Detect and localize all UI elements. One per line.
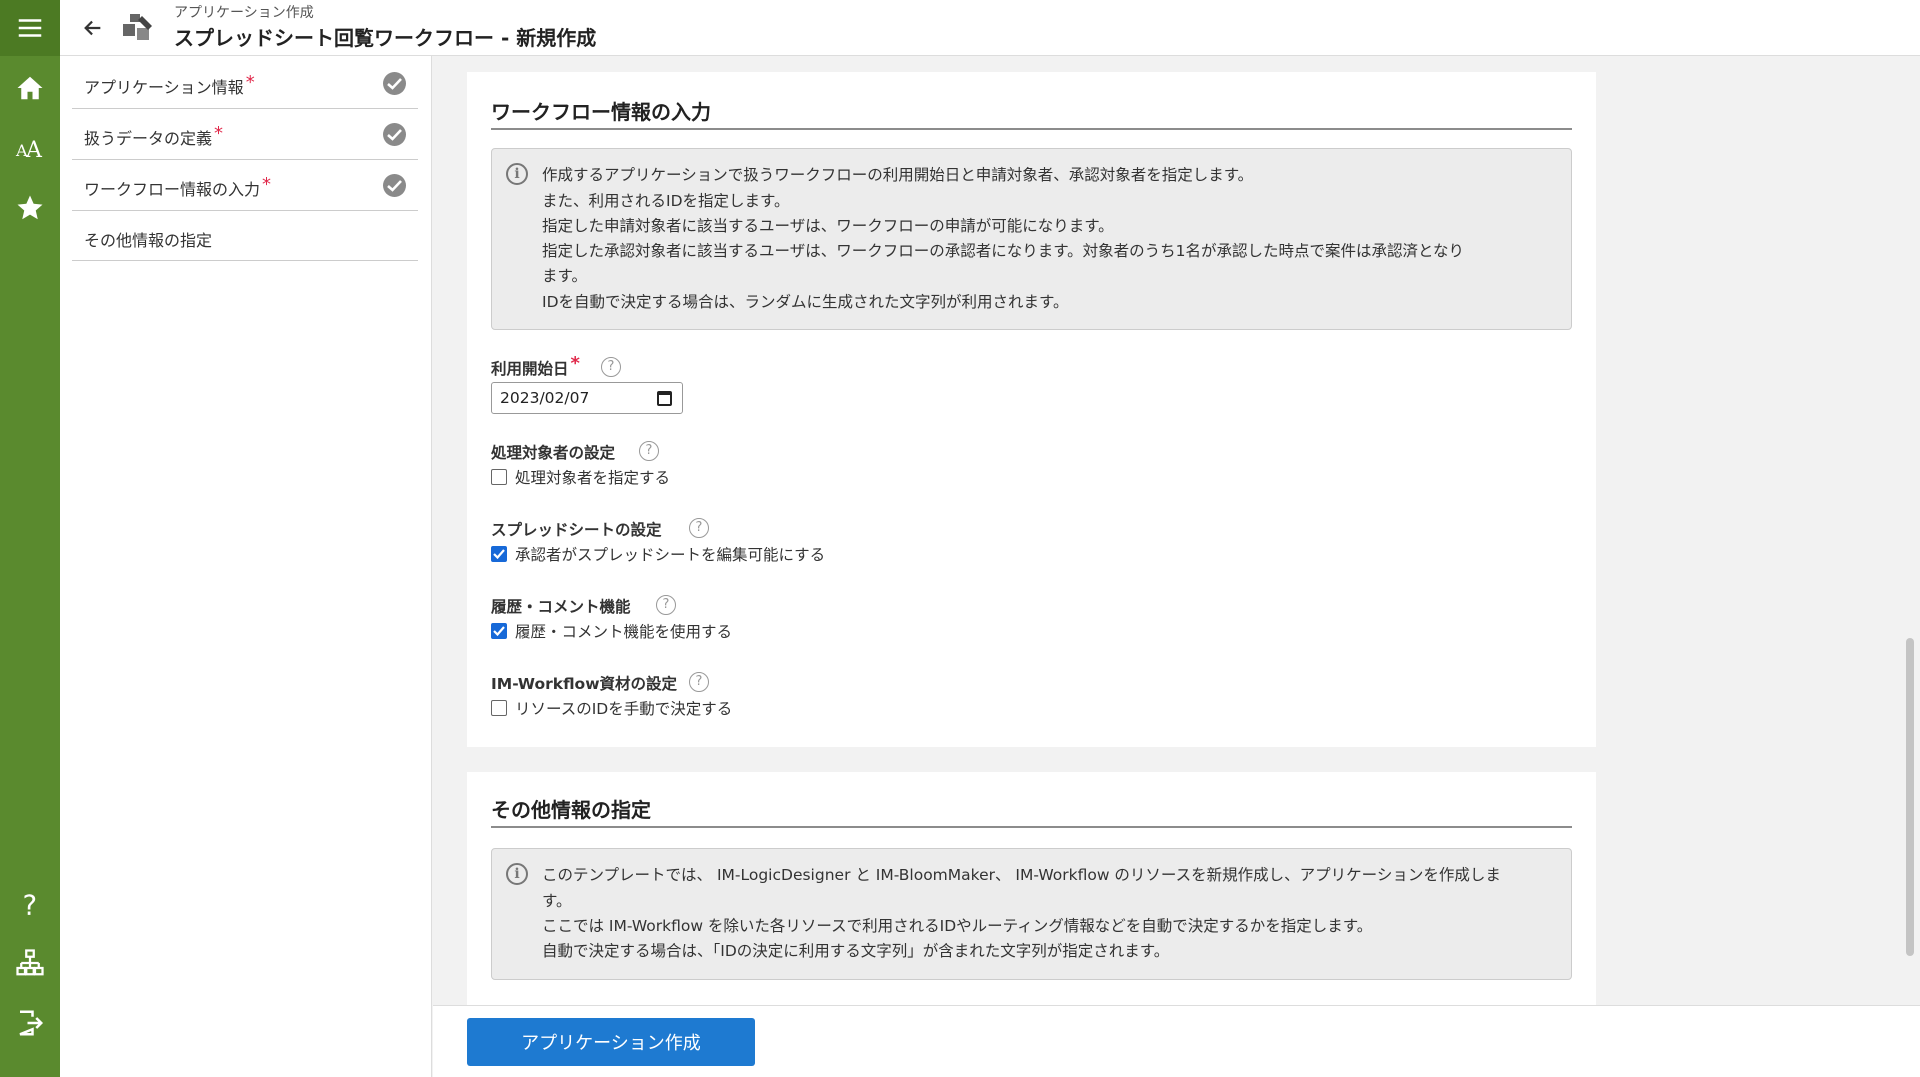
other-info-card: その他情報の指定 i このテンプレートでは、 IM-LogicDesigner …: [467, 772, 1596, 1006]
info-icon: i: [506, 163, 528, 185]
help-icon[interactable]: ?: [0, 875, 60, 931]
info-line: 自動で決定する場合は、「IDの決定に利用する文字列」が含まれた文字列が指定されま…: [542, 942, 1170, 960]
info-line: 指定した承認対象者に該当するユーザは、ワークフローの承認者になります。対象者のう…: [542, 242, 1465, 260]
calendar-icon[interactable]: [657, 391, 672, 406]
check-circle-icon: [383, 174, 406, 197]
step-other-info[interactable]: その他情報の指定: [72, 211, 418, 261]
page-title: スプレッドシート回覧ワークフロー - 新規作成: [174, 26, 597, 50]
logout-icon[interactable]: [0, 995, 60, 1051]
info-line: また、利用されるIDを指定します。: [542, 192, 790, 210]
info-line: IDを自動で決定する場合は、ランダムに生成された文字列が利用されます。: [542, 293, 1069, 311]
app-builder-icon: [120, 10, 156, 46]
step-label: その他情報の指定: [84, 231, 213, 250]
footer-bar: アプリケーション作成: [433, 1005, 1920, 1077]
start-date-label: 利用開始日 *: [491, 353, 580, 378]
info-line: このテンプレートでは、 IM-LogicDesigner と IM-BloomM…: [542, 866, 1501, 884]
resource-checkbox-label[interactable]: リソースのIDを手動で決定する: [515, 697, 732, 719]
help-icon[interactable]: ?: [689, 672, 709, 692]
font-icon[interactable]: AA: [0, 120, 60, 176]
spreadsheet-checkbox[interactable]: [491, 546, 507, 562]
menu-icon[interactable]: [0, 0, 60, 56]
section-title: ワークフロー情報の入力: [491, 100, 711, 124]
start-date-input[interactable]: 2023/02/07: [491, 382, 683, 414]
main-content: ワークフロー情報の入力 i 作成するアプリケーションで扱うワークフローの利用開始…: [433, 56, 1920, 1006]
side-rail: AA ?: [0, 0, 60, 1077]
history-label: 履歴・コメント機能: [491, 598, 631, 616]
spreadsheet-checkbox-label[interactable]: 承認者がスプレッドシートを編集可能にする: [515, 543, 825, 565]
info-line: ここでは IM-Workflow を除いた各リソースで利用されるIDやルーティン…: [542, 917, 1373, 935]
section-title: その他情報の指定: [491, 798, 651, 822]
info-line: す。: [542, 892, 572, 910]
header: アプリケーション作成 スプレッドシート回覧ワークフロー - 新規作成: [60, 0, 1920, 56]
step-sidebar: アプリケーション情報 * 扱うデータの定義 * ワークフロー情報の入力 * その他情報…: [60, 56, 432, 1077]
info-line: 指定した申請対象者に該当するユーザは、ワークフローの申請が可能になります。: [542, 217, 1114, 235]
star-icon[interactable]: [0, 180, 60, 236]
section-divider: [491, 826, 1572, 828]
svg-text:?: ?: [23, 889, 38, 918]
home-icon[interactable]: [0, 60, 60, 116]
step-label: 扱うデータの定義 *: [84, 123, 224, 148]
workflow-card: ワークフロー情報の入力 i 作成するアプリケーションで扱うワークフローの利用開始…: [467, 72, 1596, 747]
scrollbar-thumb[interactable]: [1906, 638, 1914, 956]
breadcrumb: アプリケーション作成: [174, 5, 314, 21]
svg-text:A: A: [25, 138, 43, 163]
spreadsheet-label: スプレッドシートの設定: [491, 521, 662, 539]
section-divider: [491, 128, 1572, 130]
history-checkbox[interactable]: [491, 623, 507, 639]
start-date-value: 2023/02/07: [500, 389, 590, 407]
processor-label: 処理対象者の設定: [491, 444, 616, 462]
help-icon[interactable]: ?: [689, 518, 709, 538]
info-icon: i: [506, 863, 528, 885]
info-box: i 作成するアプリケーションで扱うワークフローの利用開始日と申請対象者、承認対象…: [491, 148, 1572, 330]
check-circle-icon: [383, 123, 406, 146]
step-data-definition[interactable]: 扱うデータの定義 *: [72, 109, 418, 160]
help-icon[interactable]: ?: [639, 441, 659, 461]
info-line: 作成するアプリケーションで扱うワークフローの利用開始日と申請対象者、承認対象者を…: [542, 166, 1254, 184]
processor-checkbox[interactable]: [491, 469, 507, 485]
back-arrow-icon[interactable]: [78, 13, 108, 43]
info-line: ます。: [542, 267, 587, 285]
step-label: ワークフロー情報の入力 *: [84, 174, 272, 199]
history-checkbox-label[interactable]: 履歴・コメント機能を使用する: [515, 620, 732, 642]
resource-checkbox[interactable]: [491, 700, 507, 716]
processor-checkbox-label[interactable]: 処理対象者を指定する: [515, 466, 670, 488]
help-icon[interactable]: ?: [601, 357, 621, 377]
check-circle-icon: [383, 72, 406, 95]
step-label: アプリケーション情報 *: [84, 72, 255, 97]
info-box: i このテンプレートでは、 IM-LogicDesigner と IM-Bloo…: [491, 848, 1572, 980]
help-icon[interactable]: ?: [656, 595, 676, 615]
sitemap-icon[interactable]: [0, 935, 60, 991]
resource-label: IM-Workflow資材の設定: [491, 675, 678, 693]
create-application-button[interactable]: アプリケーション作成: [467, 1018, 755, 1066]
step-workflow-info[interactable]: ワークフロー情報の入力 *: [72, 160, 418, 211]
step-application-info[interactable]: アプリケーション情報 *: [72, 58, 418, 109]
